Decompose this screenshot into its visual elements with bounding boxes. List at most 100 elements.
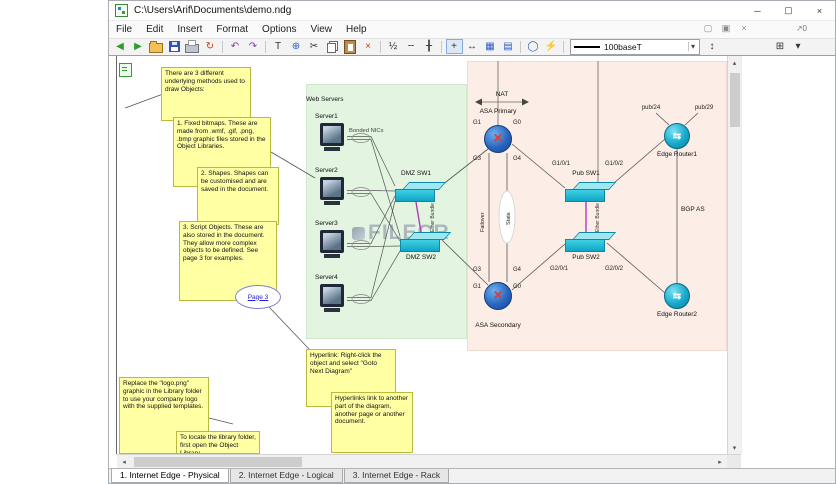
server3-icon[interactable] <box>317 230 347 261</box>
asa2-port-g4: G4 <box>513 267 522 273</box>
mdi-window-controls: ▢ ▣ × <box>701 23 751 34</box>
toolbar-separator <box>265 40 266 53</box>
layout-chevron-icon[interactable]: ▾ <box>790 39 807 54</box>
server3-label: Server3 <box>315 220 338 227</box>
forward-button[interactable]: ▶ <box>130 39 147 54</box>
asa1-port-g0: G0 <box>513 120 522 126</box>
undo-button[interactable]: ↶ <box>227 39 244 54</box>
asa-primary-icon[interactable] <box>484 125 512 153</box>
back-button[interactable]: ◀ <box>112 39 129 54</box>
vertical-scroll-thumb[interactable] <box>729 73 740 127</box>
redo-button[interactable]: ↷ <box>245 39 262 54</box>
window-close-icon[interactable]: × <box>737 23 751 34</box>
open-button[interactable] <box>148 39 165 54</box>
pub-sw1-port-g102: G1/0/2 <box>605 161 624 167</box>
menu-format[interactable]: Format <box>209 22 255 37</box>
toolbar-separator <box>520 40 521 53</box>
tab-internet-edge-logical[interactable]: 2. Internet Edge - Logical <box>229 469 343 483</box>
delete-button[interactable]: × <box>360 39 377 54</box>
print-button[interactable] <box>184 39 201 54</box>
vertical-scrollbar[interactable]: ▴ ▾ <box>727 56 741 454</box>
globe-button[interactable]: ⊕ <box>288 39 305 54</box>
asa1-port-g1: G1 <box>473 120 482 126</box>
asa2-port-g1: G1 <box>473 284 482 290</box>
drawing-canvas[interactable]: FILECR Failover State Ether Bundle Ether… <box>109 56 727 454</box>
right-empty-area <box>741 56 835 454</box>
edge-router1-icon[interactable] <box>664 123 690 149</box>
app-icon <box>115 4 128 18</box>
page3-link[interactable]: Page 3 <box>235 285 281 309</box>
edge-router2-label: Edge Router2 <box>656 311 698 318</box>
note-library[interactable]: To locate the library folder, first open… <box>176 431 260 454</box>
asa-primary-label: ASA Primary <box>479 108 517 115</box>
snap-grid-button[interactable]: ▤ <box>500 39 517 54</box>
scroll-up-button[interactable]: ▴ <box>728 56 742 69</box>
cut-button[interactable]: ✂ <box>306 39 323 54</box>
grid-button[interactable]: ▦ <box>482 39 499 54</box>
dmz-sw2-icon[interactable] <box>400 232 452 254</box>
copy-icon <box>326 40 338 53</box>
server1-icon[interactable] <box>317 123 347 154</box>
dmz-sw2-label: DMZ SW2 <box>406 254 436 261</box>
line-style-dropdown[interactable]: 100baseT ▾ <box>570 38 700 55</box>
bolt-tool-button[interactable]: ⚡ <box>543 39 560 54</box>
minimize-button[interactable]: ─ <box>742 1 773 20</box>
asa-secondary-icon[interactable] <box>484 282 512 310</box>
pub-sw1-icon[interactable] <box>565 182 617 204</box>
toolbar-separator <box>380 40 381 53</box>
toolbar: ◀ ▶ ↻ ↶ ↷ T ⊕ ✂ × ½ ╌ ╂ + ↔ ▦ ▤ ◯ ⚡ 100b… <box>109 38 835 56</box>
paste-button[interactable] <box>342 39 359 54</box>
edge-router2-icon[interactable] <box>664 283 690 309</box>
scroll-down-button[interactable]: ▾ <box>728 441 742 454</box>
asa2-port-g0: G0 <box>513 284 522 290</box>
scroll-left-button[interactable]: ◂ <box>117 455 131 468</box>
chevron-down-icon: ▾ <box>687 42 697 52</box>
page-tabs: 1. Internet Edge - Physical 2. Internet … <box>109 468 835 483</box>
refresh-button[interactable]: ↻ <box>202 39 219 54</box>
menu-help[interactable]: Help <box>339 22 374 37</box>
toolbar-separator <box>563 40 564 53</box>
menu-view[interactable]: View <box>304 22 340 37</box>
dmz-sw1-icon[interactable] <box>395 182 447 204</box>
move-tool-button[interactable]: ↔ <box>464 39 481 54</box>
window-tile-icon[interactable]: ▢ <box>701 23 715 34</box>
menu-insert[interactable]: Insert <box>170 22 209 37</box>
note-shapes[interactable]: 2. Shapes. Shapes can be customised and … <box>197 167 279 225</box>
work-area: FILECR Failover State Ether Bundle Ether… <box>109 56 835 454</box>
folder-icon <box>149 40 163 53</box>
server2-label: Server2 <box>315 167 338 174</box>
menu-bar: File Edit Insert Format Options View Hel… <box>109 21 835 39</box>
server4-icon[interactable] <box>317 284 347 315</box>
tab-internet-edge-rack[interactable]: 3. Internet Edge - Rack <box>343 469 450 483</box>
horizontal-scroll-thumb[interactable] <box>134 456 302 467</box>
text-tool-button[interactable]: T <box>270 39 287 54</box>
circle-tool-button[interactable]: ◯ <box>525 39 542 54</box>
menu-file[interactable]: File <box>109 22 139 37</box>
dash-style-button[interactable]: ╌ <box>403 39 420 54</box>
note-methods[interactable]: There are 3 different underlying methods… <box>161 67 251 121</box>
asa2-port-g3: G3 <box>473 267 482 273</box>
maximize-button[interactable]: ▢ <box>773 1 804 20</box>
scrollbar-row: ◂ ▸ <box>109 454 835 468</box>
tab-internet-edge-physical[interactable]: 1. Internet Edge - Physical <box>111 469 229 483</box>
server1-label: Server1 <box>315 113 338 120</box>
note-hyperlinks-link[interactable]: Hyperlinks link to another part of the d… <box>331 392 413 453</box>
save-button[interactable] <box>166 39 183 54</box>
pub-sw2-icon[interactable] <box>565 232 617 254</box>
menu-options[interactable]: Options <box>255 22 303 37</box>
copy-button[interactable] <box>324 39 341 54</box>
connector-tool-button[interactable]: ↕ <box>704 39 721 54</box>
page-layout-button[interactable]: ⊞ <box>772 39 789 54</box>
scroll-right-button[interactable]: ▸ <box>713 455 727 468</box>
horizontal-scrollbar[interactable]: ◂ ▸ <box>117 454 727 468</box>
ruler-button[interactable]: ╂ <box>421 39 438 54</box>
close-button[interactable]: × <box>804 1 835 20</box>
window-cascade-icon[interactable]: ▣ <box>719 23 733 34</box>
crosshair-tool-button[interactable]: + <box>445 39 463 55</box>
watermark-logo-icon <box>352 226 365 240</box>
server2-icon[interactable] <box>317 177 347 208</box>
menu-edit[interactable]: Edit <box>139 22 170 37</box>
printer-icon <box>185 40 199 54</box>
asa-secondary-label: ASA Secondary <box>475 322 521 329</box>
scale-button[interactable]: ½ <box>385 39 402 54</box>
